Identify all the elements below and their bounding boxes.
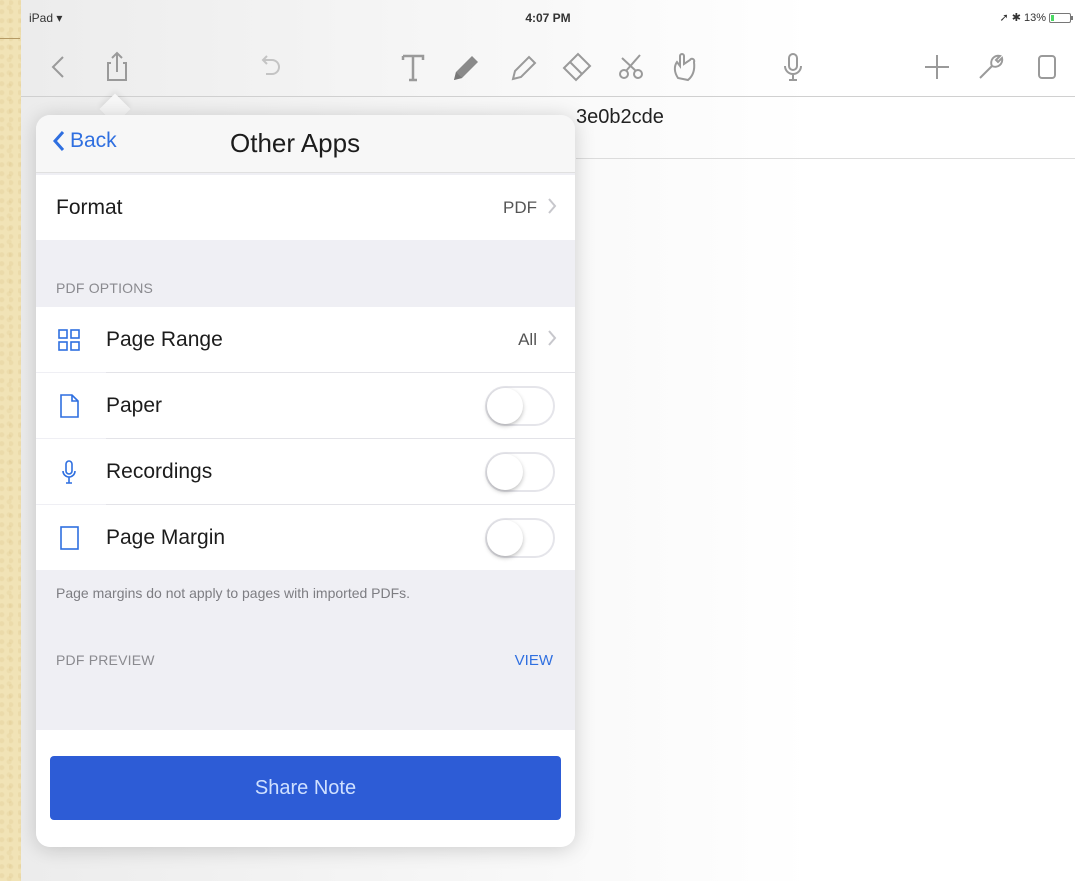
popover-navbar: Back Other Apps: [36, 115, 575, 173]
page-margin-row: Page Margin: [36, 505, 575, 570]
page-icon[interactable]: [1027, 42, 1067, 92]
share-icon[interactable]: [97, 42, 137, 92]
text-icon[interactable]: [393, 42, 433, 92]
highlighter-icon[interactable]: [503, 42, 543, 92]
status-right: ➚ ✱ 13%: [999, 11, 1073, 24]
location-icon: ➚: [999, 12, 1009, 24]
pen-icon[interactable]: [445, 42, 485, 92]
toolbar: [21, 42, 1075, 94]
recordings-label: Recordings: [106, 459, 213, 483]
grid-icon: [56, 327, 82, 353]
status-time: 4:07 PM: [525, 11, 571, 25]
pdf-preview-header: PDF PREVIEW: [56, 652, 155, 668]
export-popover: Back Other Apps Format PDF PDF OPTIONS P…: [36, 115, 575, 847]
page-margin-icon: [56, 525, 82, 551]
back-icon[interactable]: [39, 42, 79, 92]
eraser-icon[interactable]: [557, 42, 597, 92]
page-range-row[interactable]: Page Range All: [36, 307, 575, 372]
paper-toggle[interactable]: [485, 385, 555, 426]
page-range-value: All: [518, 329, 537, 349]
status-bar: iPad ▾ 4:07 PM ➚ ✱ 13%: [21, 0, 1075, 36]
document-title-underline: [576, 158, 1075, 159]
format-row[interactable]: Format PDF: [36, 175, 575, 240]
page-margin-footnote: Page margins do not apply to pages with …: [56, 585, 411, 601]
back-button[interactable]: Back: [52, 129, 117, 153]
popover-title: Other Apps: [230, 128, 361, 158]
chevron-left-icon: [52, 131, 65, 151]
battery-icon: [1049, 12, 1073, 23]
battery-percent: 13%: [1023, 11, 1046, 24]
microphone-icon[interactable]: [773, 42, 813, 92]
view-preview-link[interactable]: VIEW: [515, 652, 553, 669]
undo-icon[interactable]: [249, 42, 289, 92]
chevron-right-icon: [548, 330, 557, 346]
bluetooth-icon: ✱: [1011, 12, 1021, 24]
ipad-screen: iPad ▾ 4:07 PM ➚ ✱ 13% 3e0b2cde Back Oth…: [21, 0, 1075, 881]
page-margin-toggle[interactable]: [485, 517, 555, 558]
paper-icon: [56, 393, 82, 419]
back-button-label: Back: [70, 129, 117, 152]
toggle-knob: [487, 387, 523, 424]
paper-label: Paper: [106, 393, 163, 417]
add-icon[interactable]: [917, 42, 957, 92]
lasso-icon[interactable]: [611, 42, 651, 92]
microphone-icon: [56, 459, 82, 485]
desk-edge-line: [0, 38, 20, 39]
page-range-label: Page Range: [106, 327, 223, 351]
paper-row: Paper: [36, 373, 575, 438]
recordings-toggle[interactable]: [485, 451, 555, 492]
document-title: 3e0b2cde: [576, 106, 664, 128]
wrench-icon[interactable]: [971, 42, 1011, 92]
format-label: Format: [56, 195, 123, 219]
recordings-row: Recordings: [36, 439, 575, 504]
toggle-knob: [487, 453, 523, 490]
toggle-knob: [487, 519, 523, 556]
format-value: PDF: [503, 197, 537, 217]
share-note-button[interactable]: Share Note: [50, 756, 561, 820]
toolbar-divider: [21, 96, 1075, 97]
share-area: Share Note: [36, 730, 575, 847]
chevron-right-icon: [548, 198, 557, 214]
pdf-options-header: PDF OPTIONS: [56, 280, 154, 296]
hand-icon[interactable]: [665, 42, 705, 92]
page-margin-label: Page Margin: [106, 525, 226, 549]
